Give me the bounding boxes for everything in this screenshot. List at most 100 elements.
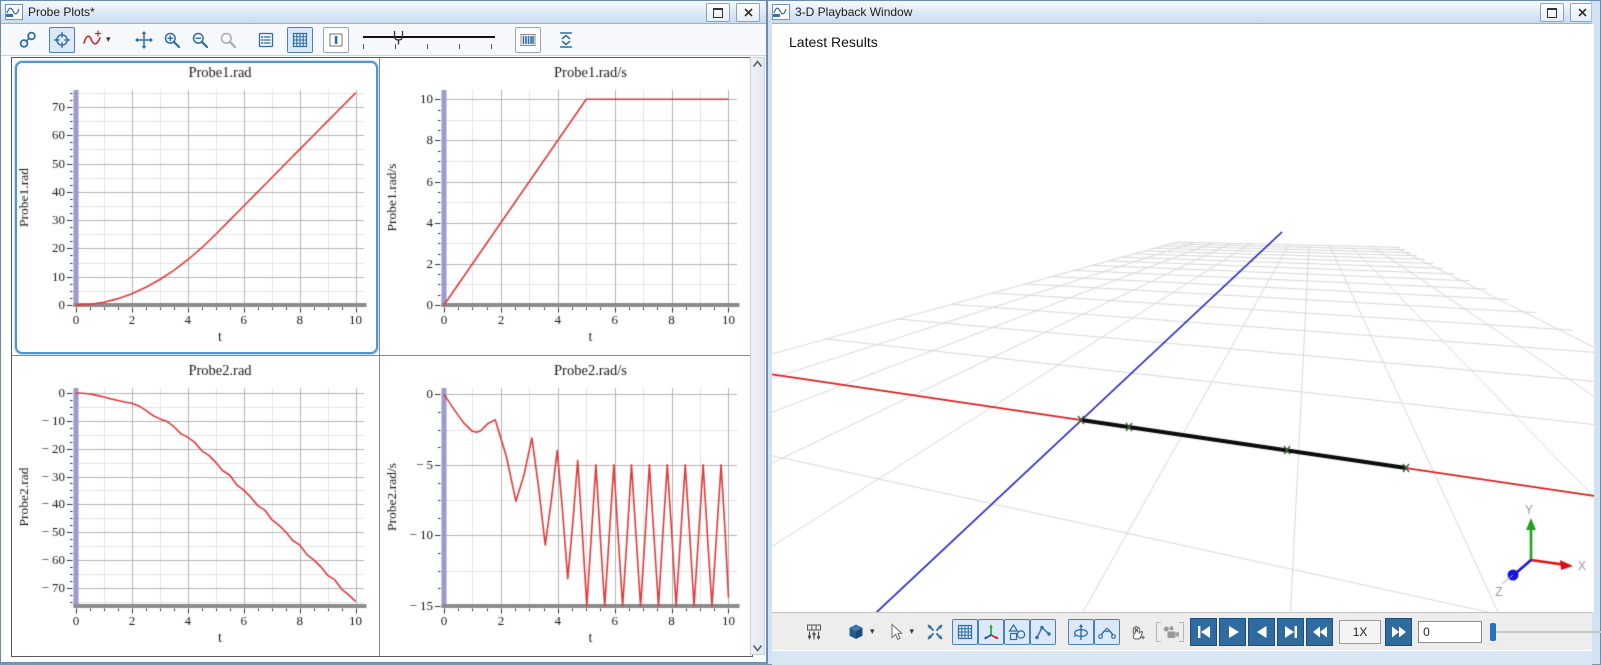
close-icon	[744, 8, 753, 17]
pan-button[interactable]	[131, 27, 157, 53]
curve-dropdown-caret[interactable]: ▾	[106, 34, 111, 45]
charts-area	[11, 57, 753, 657]
plot-animation-slider[interactable]	[363, 28, 495, 52]
fit-view-button[interactable]	[922, 619, 948, 645]
slider-handle[interactable]	[393, 31, 404, 45]
legend-button[interactable]	[253, 27, 279, 53]
playback-time-field[interactable]: 0	[1418, 621, 1482, 643]
view-cube-icon	[846, 622, 866, 642]
zoom-in-button[interactable]	[159, 27, 185, 53]
fast-forward-button[interactable]	[1385, 618, 1412, 646]
playback-titlebar[interactable]: 3-D Playback Window	[768, 1, 1600, 24]
progress-handle[interactable]	[1490, 623, 1496, 641]
display-settings-button[interactable]	[801, 619, 827, 645]
minimize-button[interactable]	[1540, 3, 1564, 22]
slider-tick	[363, 44, 364, 49]
pan-hand-button[interactable]	[1124, 619, 1150, 645]
chart-probe1-rad-s[interactable]	[380, 58, 752, 355]
probe-icon	[52, 30, 72, 50]
probe-plots-titlebar[interactable]: Probe Plots*	[1, 1, 766, 24]
link-icon	[18, 30, 38, 50]
path-button[interactable]	[1094, 619, 1120, 645]
zoom-window-button[interactable]	[215, 27, 241, 53]
view-cube-dropdown-caret[interactable]: ▾	[870, 626, 875, 637]
progress-track[interactable]	[1490, 631, 1601, 633]
split-view-icon	[326, 30, 346, 50]
skip-start-button[interactable]	[1190, 618, 1217, 646]
playback-toolbar: ▾ ▾ 1X 0	[772, 612, 1592, 650]
axes3d-button[interactable]	[978, 619, 1004, 645]
latest-results-label: Latest Results	[789, 34, 878, 50]
viewport-3d[interactable]: Latest Results	[772, 24, 1594, 612]
rewind-icon	[1310, 622, 1330, 642]
probe-button[interactable]	[49, 27, 75, 53]
fit-view-icon	[925, 622, 945, 642]
geometry-button[interactable]	[1004, 619, 1030, 645]
playback-speed-display[interactable]: 1X	[1339, 620, 1381, 644]
slider-tick	[459, 44, 460, 49]
chart-grid-divider-vertical	[379, 58, 380, 656]
zoom-out-icon	[190, 30, 210, 50]
orbit-button[interactable]	[1068, 619, 1094, 645]
probe-plots-window: Probe Plots* ▾	[0, 0, 767, 663]
link-button[interactable]	[15, 27, 41, 53]
rewind-button[interactable]	[1306, 618, 1333, 646]
barcode-button[interactable]	[515, 27, 541, 53]
select-cursor-icon	[886, 622, 906, 642]
plot-toolbar: ▾	[1, 24, 766, 56]
display-settings-icon	[804, 622, 824, 642]
slider-tick	[427, 44, 428, 49]
chart-probe1-rad[interactable]	[12, 58, 379, 355]
grid-button[interactable]	[287, 27, 313, 53]
minimize-button[interactable]	[706, 3, 730, 22]
pan-hand-icon	[1127, 622, 1147, 642]
scroll-down-icon[interactable]	[752, 644, 763, 652]
record-movie-button[interactable]	[1156, 622, 1184, 642]
window-title: 3-D Playback Window	[795, 5, 912, 19]
grid-icon	[290, 30, 310, 50]
zoom-in-icon	[162, 30, 182, 50]
trace-lines-icon	[1033, 622, 1053, 642]
split-view-button[interactable]	[323, 27, 349, 53]
curve-button[interactable]	[79, 27, 105, 53]
zoom-window-icon	[218, 30, 238, 50]
select-cursor-button[interactable]	[883, 619, 909, 645]
geometry-icon	[1007, 622, 1027, 642]
orbit-icon	[1071, 622, 1091, 642]
app-icon	[772, 4, 790, 20]
scroll-up-icon[interactable]	[752, 60, 763, 68]
scene-3d-canvas[interactable]	[772, 24, 1594, 612]
step-back-icon	[1252, 622, 1272, 642]
select-cursor-dropdown-caret[interactable]: ▾	[910, 626, 915, 637]
window-title: Probe Plots*	[28, 5, 95, 19]
play-icon	[1223, 622, 1243, 642]
minimize-icon	[713, 8, 723, 18]
skip-end-button[interactable]	[1277, 618, 1304, 646]
legend-icon	[256, 30, 276, 50]
charts-scrollbar[interactable]	[750, 57, 765, 655]
minimize-icon	[1547, 8, 1557, 18]
playback-3d-window: 3-D Playback Window Latest Results ▾ ▾ 1X 0	[767, 0, 1601, 663]
fit-vertical-button[interactable]	[553, 27, 579, 53]
close-button[interactable]	[736, 3, 760, 22]
step-back-button[interactable]	[1248, 618, 1275, 646]
app-icon	[5, 4, 23, 20]
pan-icon	[134, 30, 154, 50]
fast-forward-icon	[1389, 622, 1409, 642]
barcode-icon	[518, 30, 538, 50]
play-button[interactable]	[1219, 618, 1246, 646]
chart-probe2-rad-s[interactable]	[380, 356, 752, 656]
chart-grid-divider-horizontal	[12, 355, 752, 356]
grid3d-button[interactable]	[952, 619, 978, 645]
axes3d-icon	[981, 622, 1001, 642]
chart-probe2-rad[interactable]	[12, 356, 379, 656]
view-cube-button[interactable]	[843, 619, 869, 645]
playback-progress-slider[interactable]	[1490, 622, 1601, 642]
trace-lines-button[interactable]	[1030, 619, 1056, 645]
slider-track[interactable]	[363, 36, 495, 38]
skip-start-icon	[1194, 622, 1214, 642]
path-icon	[1097, 622, 1117, 642]
zoom-out-button[interactable]	[187, 27, 213, 53]
curve-icon	[82, 30, 102, 50]
grid3d-icon	[955, 622, 975, 642]
